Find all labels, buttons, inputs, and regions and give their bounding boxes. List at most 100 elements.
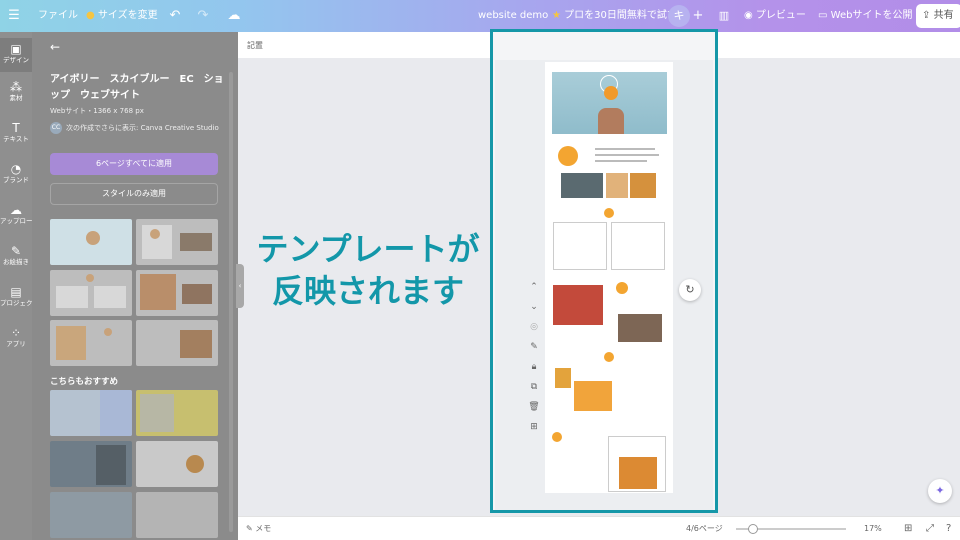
resize-button[interactable]: ● サイズを変更: [86, 0, 158, 32]
rail-item-brand[interactable]: ◔ ブランド: [0, 162, 32, 185]
template-page-thumb[interactable]: [50, 219, 132, 265]
upload-share-icon: ⇪: [922, 10, 931, 21]
trash-icon[interactable]: 🗑︎: [526, 402, 542, 422]
rail-label: アップロード: [0, 217, 39, 225]
preview-button[interactable]: ◉ プレビュー: [744, 0, 806, 32]
notes-edit-icon[interactable]: ✎: [526, 342, 542, 362]
recommended-template-thumb[interactable]: [50, 390, 132, 436]
caption-line-2: 反映されます: [271, 272, 464, 310]
apps-icon: ⁘: [10, 326, 22, 340]
template-page-thumb[interactable]: [50, 320, 132, 366]
photo-block: [574, 381, 612, 411]
page-counter[interactable]: 4/6ページ: [686, 517, 723, 540]
rail-item-elements[interactable]: ⁂ 素材: [0, 80, 32, 103]
photo-block: [630, 173, 656, 198]
pro-trial-button[interactable]: ★ プロを30日間無料で試す: [552, 0, 677, 32]
zoom-slider-knob[interactable]: [748, 524, 758, 534]
lock-icon[interactable]: 🔒︎: [526, 362, 542, 382]
file-menu[interactable]: ファイル: [38, 0, 78, 32]
document-title[interactable]: website demo: [478, 0, 548, 32]
position-label[interactable]: 記置: [247, 40, 263, 51]
left-rail: ▣ デザイン ⁂ 素材 T テキスト ◔ ブランド ☁ アップロード ✎ お絵描…: [0, 32, 39, 540]
elements-icon: ⁂: [10, 80, 22, 94]
crown-icon: ●: [86, 10, 95, 21]
rail-item-draw[interactable]: ✎ お絵描き: [0, 244, 32, 267]
rail-label: 素材: [9, 94, 23, 102]
rail-label: デザイン: [3, 56, 29, 64]
notes-button[interactable]: ✎ メモ: [246, 517, 271, 540]
hamburger-icon[interactable]: ☰: [6, 0, 22, 32]
template-title: アイボリー スカイブルー EC ショップ ウェブサイト: [50, 74, 224, 101]
undo-icon[interactable]: ↶: [166, 0, 184, 32]
creator-avatar: CC: [50, 122, 62, 134]
rail-label: お絵描き: [3, 258, 29, 266]
rail-item-apps[interactable]: ⁘ アプリ: [0, 326, 32, 349]
publish-label: Webサイトを公開: [830, 10, 913, 21]
orange-graphic: [558, 146, 578, 166]
orange-image: [604, 86, 618, 100]
rail-item-project[interactable]: ▤ プロジェクト: [0, 285, 39, 308]
rail-label: テキスト: [3, 135, 29, 143]
recommended-template-thumb[interactable]: [136, 390, 218, 436]
zoom-value[interactable]: 17%: [864, 517, 882, 540]
recommended-template-thumb[interactable]: [136, 492, 218, 538]
magic-assistant-icon[interactable]: ✦: [928, 479, 952, 503]
share-label: 共有: [933, 10, 954, 21]
browser-icon: ▭: [818, 10, 828, 21]
hero-section: [552, 72, 667, 134]
cloud-save-icon[interactable]: ☁: [224, 0, 244, 32]
rail-label: アプリ: [6, 340, 26, 348]
apply-all-pages-button[interactable]: 6ページすべてに適用: [50, 153, 218, 175]
redo-icon[interactable]: ↷: [194, 0, 212, 32]
orange-graphic: [604, 208, 614, 218]
template-page-thumb[interactable]: [136, 219, 218, 265]
recommend-heading: こちらもおすすめ: [50, 377, 119, 387]
rail-label: プロジェクト: [0, 299, 39, 307]
page-toolbar: ⌃ ⌄ ◎ ✎ 🔒︎ ⧉ 🗑︎ ⊞: [526, 282, 542, 442]
move-up-icon[interactable]: ⌃: [526, 282, 542, 302]
apply-style-button[interactable]: スタイルのみ適用: [50, 183, 218, 205]
notes-icon: ✎: [246, 524, 253, 533]
regenerate-icon[interactable]: ↻: [679, 279, 701, 301]
upload-icon: ☁: [10, 203, 22, 217]
hide-icon[interactable]: ◎: [526, 322, 542, 342]
template-panel: ← アイボリー スカイブルー EC ショップ ウェブサイト Webサイト・136…: [32, 32, 238, 540]
template-page-thumb[interactable]: [136, 270, 218, 316]
add-page-icon[interactable]: ⊞: [526, 422, 542, 442]
preview-label: プレビュー: [755, 10, 806, 21]
share-button[interactable]: ⇪ 共有: [916, 4, 960, 28]
recommended-template-thumb[interactable]: [50, 492, 132, 538]
template-page-thumb[interactable]: [136, 320, 218, 366]
grid-view-icon[interactable]: ⊞: [904, 517, 912, 540]
brand-icon: ◔: [10, 162, 22, 176]
text-icon: T: [12, 121, 20, 135]
collapse-panel-handle[interactable]: ‹: [236, 264, 244, 308]
template-page-thumb[interactable]: [50, 270, 132, 316]
orange-graphic: [604, 352, 614, 362]
notes-label: メモ: [255, 524, 272, 533]
design-icon: ▣: [10, 42, 22, 56]
move-down-icon[interactable]: ⌄: [526, 302, 542, 322]
creator-link[interactable]: 次の作成でさらに表示: Canva Creative Studio: [66, 123, 219, 133]
fullscreen-icon[interactable]: ⤢: [926, 517, 934, 540]
user-avatar[interactable]: キ: [668, 5, 690, 27]
back-arrow-icon[interactable]: ←: [50, 40, 60, 54]
publish-website-button[interactable]: ▭ Webサイトを公開: [818, 0, 912, 32]
instruction-caption: テンプレートが 反映されます: [253, 228, 483, 312]
rail-item-text[interactable]: T テキスト: [0, 121, 32, 144]
rail-item-upload[interactable]: ☁ アップロード: [0, 203, 39, 226]
help-icon[interactable]: ?: [946, 517, 951, 540]
rail-item-design[interactable]: ▣ デザイン: [0, 38, 32, 72]
recommended-template-thumb[interactable]: [136, 441, 218, 487]
resize-label: サイズを変更: [97, 10, 158, 21]
caption-line-1: テンプレートが: [256, 230, 480, 268]
photo-block: [555, 368, 571, 388]
duplicate-icon[interactable]: ⧉: [526, 382, 542, 402]
analytics-icon[interactable]: ▥: [716, 0, 732, 32]
shop-info-card: [608, 436, 666, 492]
recommended-template-thumb[interactable]: [50, 441, 132, 487]
photo-block: [618, 314, 662, 342]
hand-image: [598, 108, 624, 134]
add-collaborator-icon[interactable]: +: [692, 0, 704, 32]
panel-scrollbar[interactable]: [229, 72, 233, 532]
